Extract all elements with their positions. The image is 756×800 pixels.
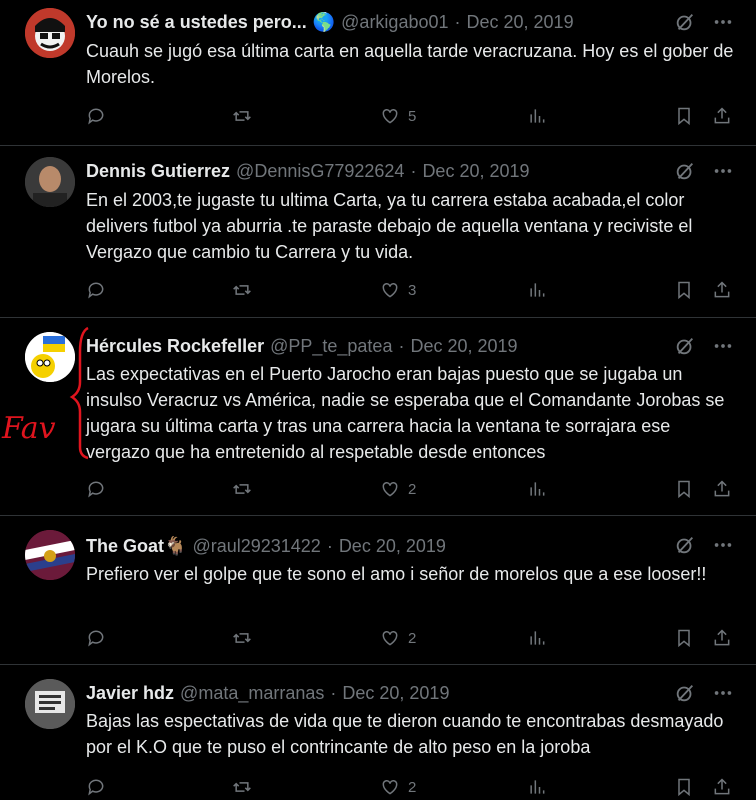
tweet-date[interactable]: Dec 20, 2019 [339,535,446,557]
user-handle[interactable]: @raul29231422 [192,535,320,557]
tweet[interactable]: Dennis Gutierrez @DennisG77922624 · Dec … [0,146,756,318]
like-icon[interactable] [380,479,400,499]
fav-annotation-text: Fav [1,411,56,446]
more-icon[interactable] [712,335,734,357]
avatar[interactable] [25,530,75,580]
reply-icon[interactable] [86,628,106,648]
tweet[interactable]: Hércules Rockefeller @PP_te_patea · Dec … [0,318,756,516]
tweet-actions: 2 [86,626,736,650]
share-icon[interactable] [712,479,732,499]
share-icon[interactable] [712,628,732,648]
bookmark-icon[interactable] [674,106,694,126]
tweet-date[interactable]: Dec 20, 2019 [410,335,517,357]
tweet-text: Las expectativas en el Puerto Jarocho er… [86,364,725,462]
display-name[interactable]: Yo no sé a ustedes pero... [86,11,307,33]
avatar[interactable] [25,157,75,207]
display-name[interactable]: The Goat [86,535,164,557]
avatar[interactable] [25,679,75,729]
views-icon[interactable] [527,280,547,300]
tweet-date[interactable]: Dec 20, 2019 [342,682,449,704]
user-handle[interactable]: @mata_marranas [180,682,324,704]
display-name[interactable]: Javier hdz [86,682,174,704]
bookmark-icon[interactable] [674,628,694,648]
like-count: 3 [408,281,417,299]
share-icon[interactable] [712,280,732,300]
retweet-icon[interactable] [232,628,252,648]
bookmark-icon[interactable] [674,280,694,300]
like-icon[interactable] [380,280,400,300]
reply-icon[interactable] [86,106,106,126]
user-handle[interactable]: @DennisG77922624 [236,160,404,182]
user-handle[interactable]: @PP_te_patea [270,335,392,357]
globe-emoji: 🌎 [312,12,336,32]
bookmark-icon[interactable] [674,479,694,499]
views-icon[interactable] [527,479,547,499]
display-name[interactable]: Hércules Rockefeller [86,335,264,357]
separator-dot: · [410,161,417,181]
grok-icon[interactable] [674,335,696,357]
more-icon[interactable] [712,160,734,182]
reply-icon[interactable] [86,777,106,797]
retweet-icon[interactable] [232,106,252,126]
tweet-actions: 3 [86,278,736,302]
tweet-text: Prefiero ver el golpe que te sono el amo… [86,564,707,584]
more-icon[interactable] [712,11,734,33]
avatar[interactable] [25,8,75,58]
goat-emoji: 🐐 [164,536,187,556]
separator-dot: · [330,683,337,703]
like-icon[interactable] [380,106,400,126]
retweet-icon[interactable] [232,280,252,300]
tweet-text: En el 2003,te jugaste tu ultima Carta, y… [86,190,693,262]
grok-icon[interactable] [674,534,696,556]
bookmark-icon[interactable] [674,777,694,797]
tweet-actions: 2 [86,477,736,501]
like-count: 2 [408,778,417,796]
grok-icon[interactable] [674,682,696,704]
handwritten-annotation: Fav [1,326,89,460]
tweet-actions: 5 [86,104,736,128]
grok-icon[interactable] [674,11,696,33]
tweet[interactable]: Javier hdz @mata_marranas · Dec 20, 2019… [0,665,756,800]
views-icon[interactable] [527,628,547,648]
retweet-icon[interactable] [232,777,252,797]
display-name[interactable]: Dennis Gutierrez [86,160,230,182]
like-count: 2 [408,629,417,647]
separator-dot: · [398,336,405,356]
share-icon[interactable] [712,106,732,126]
tweet-text: Bajas las espectativas de vida que te di… [86,711,724,757]
tweet-text: Cuauh se jugó esa última carta en aquell… [86,41,734,87]
share-icon[interactable] [712,777,732,797]
tweet-date[interactable]: Dec 20, 2019 [422,160,529,182]
like-icon[interactable] [380,777,400,797]
tweet-actions: 2 [86,775,736,799]
separator-dot: · [326,536,333,556]
views-icon[interactable] [527,106,547,126]
like-count: 2 [408,480,417,498]
like-icon[interactable] [380,628,400,648]
tweet-date[interactable]: Dec 20, 2019 [467,11,574,33]
views-icon[interactable] [527,777,547,797]
reply-icon[interactable] [86,479,106,499]
more-icon[interactable] [712,534,734,556]
separator-dot: · [454,12,461,32]
grok-icon[interactable] [674,160,696,182]
more-icon[interactable] [712,682,734,704]
like-count: 5 [408,107,417,125]
tweet[interactable]: Yo no sé a ustedes pero... 🌎 @arkigabo01… [0,0,756,146]
reply-icon[interactable] [86,280,106,300]
user-handle[interactable]: @arkigabo01 [341,11,448,33]
tweet[interactable]: The Goat 🐐 @raul29231422 · Dec 20, 2019 … [0,516,756,665]
retweet-icon[interactable] [232,479,252,499]
